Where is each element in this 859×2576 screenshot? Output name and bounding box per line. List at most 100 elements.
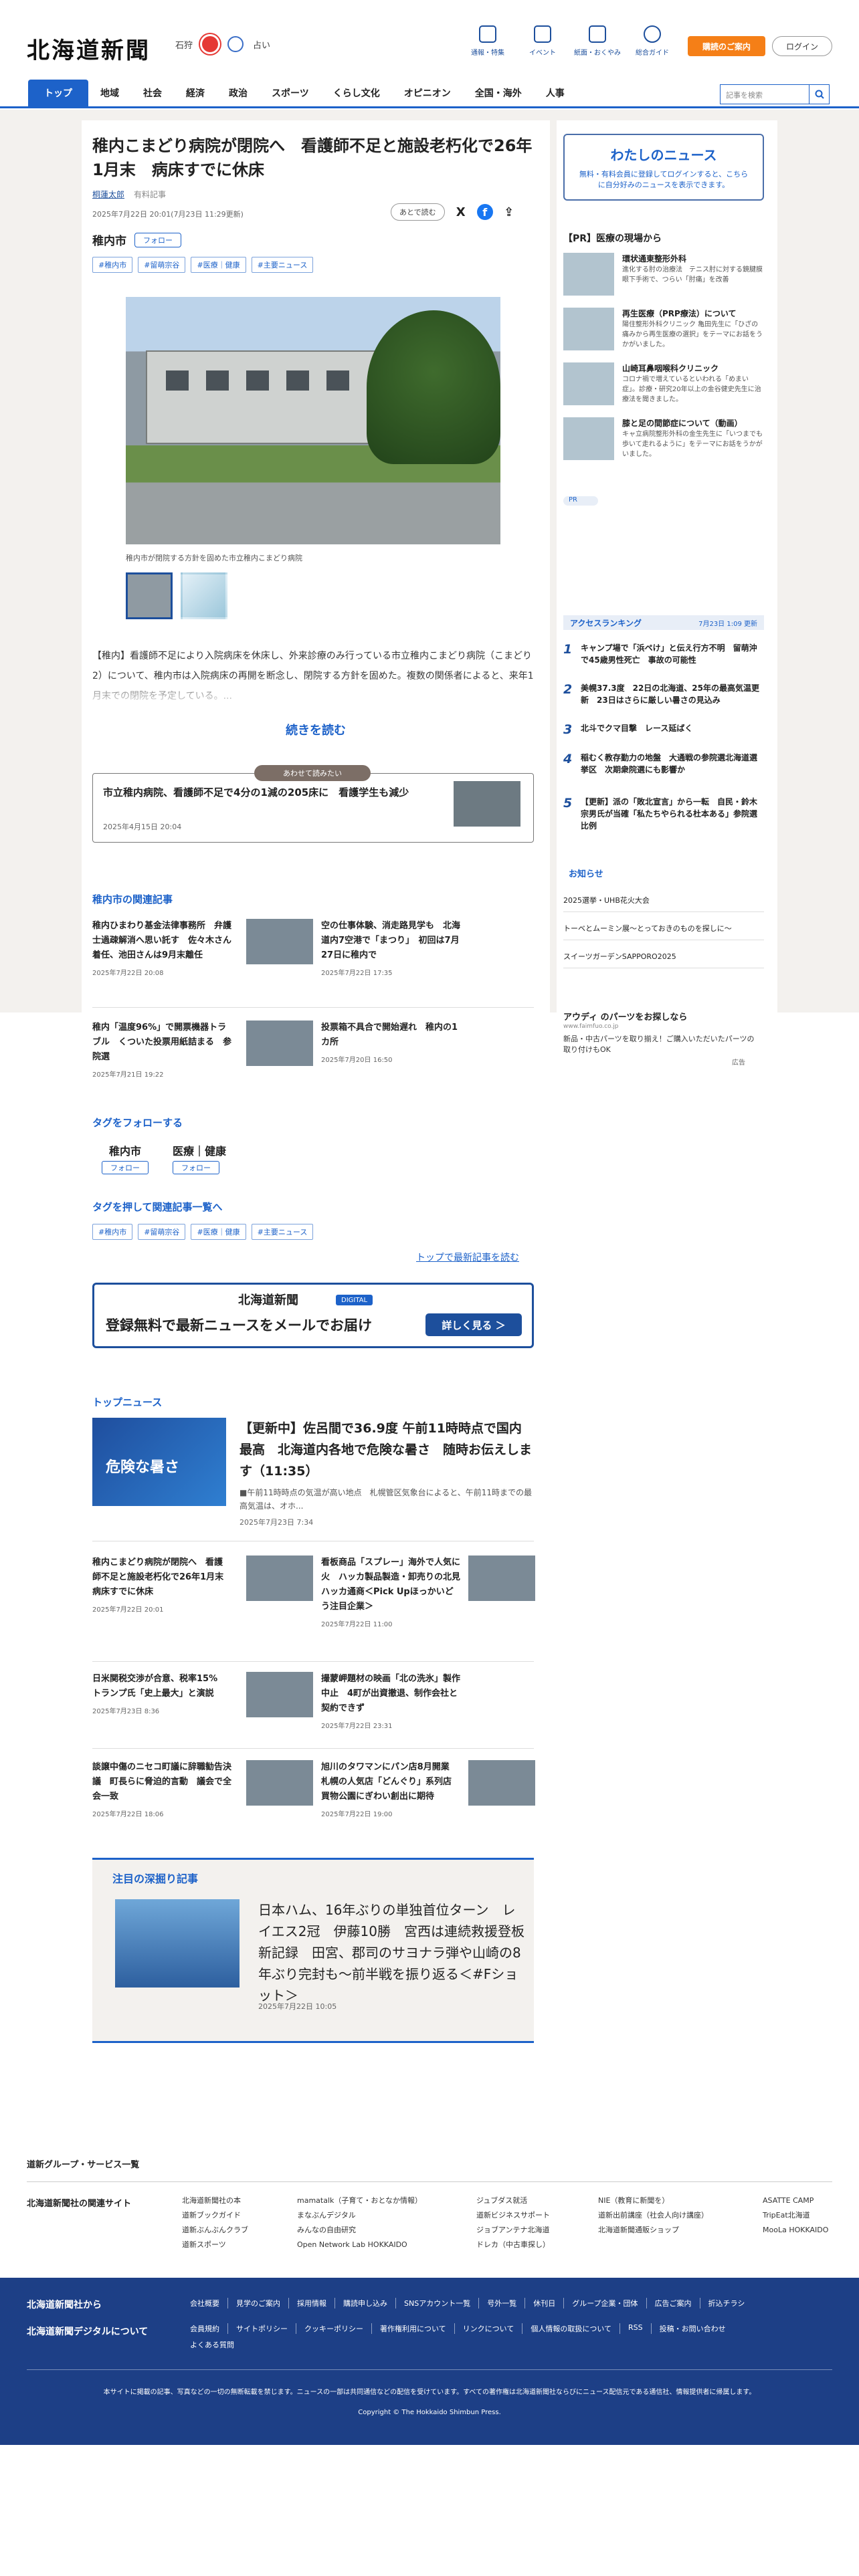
footer-link[interactable]: みんなの自由研究	[297, 2223, 422, 2238]
photo-thumbnail[interactable]	[181, 572, 227, 619]
location-name[interactable]: 稚内市	[92, 231, 126, 248]
footer-link[interactable]: RSS	[619, 2323, 651, 2334]
tag-chip[interactable]: #医療｜健康	[191, 257, 246, 273]
subscribe-button[interactable]: 購読のご案内	[688, 36, 765, 56]
notice-item[interactable]: 2025選挙・UHB花火大会	[563, 887, 764, 912]
pr-item[interactable]: 環状通東整形外科 進化する肘の治療法 テニス肘に対する鏡腱膜眼下手術で、つらい「肘…	[563, 253, 764, 296]
footer-link[interactable]: 休刊日	[524, 2298, 563, 2309]
mail-details-button[interactable]: 詳しく見る ＞	[425, 1313, 522, 1336]
footer-link[interactable]: 北海道新聞社の本	[182, 2193, 248, 2208]
nav-culture[interactable]: くらし文化	[321, 80, 392, 106]
footer-link[interactable]: 著作権利用について	[371, 2323, 454, 2334]
footer-link[interactable]: 道新出前講座（社会人向け講座）	[598, 2208, 708, 2223]
footer-link[interactable]: ドレカ（中古車探し）	[476, 2238, 550, 2252]
x-share-icon[interactable]: X	[453, 204, 469, 220]
photo-thumbnail[interactable]	[126, 572, 173, 619]
footer-link[interactable]: 広告ご案内	[646, 2298, 700, 2309]
footer-link[interactable]: 会員規約	[182, 2323, 227, 2334]
footer-link[interactable]: TripEat北海道	[763, 2208, 828, 2223]
pr-item[interactable]: 膝と足の間節症について（動画） キャ立病院整形外科の金生先生に「いつまでも歩いて走…	[563, 417, 764, 460]
nav-economy[interactable]: 経済	[174, 80, 217, 106]
location-label[interactable]: 石狩	[175, 38, 193, 51]
footer-link[interactable]: 号外一覧	[478, 2298, 524, 2309]
login-button[interactable]: ログイン	[772, 36, 832, 56]
footer-link[interactable]: サイトポリシー	[227, 2323, 296, 2334]
list-item[interactable]: 稚内「温度96%」で開票機器トラブル くついた投票用紙詰まる 参院選 2025年7…	[92, 1021, 313, 1079]
paper-obituary-link[interactable]: 紙面・おくやみ	[570, 25, 625, 57]
tag-chip[interactable]: #医療｜健康	[191, 1224, 246, 1240]
follow-tag-button[interactable]: フォロー	[173, 1161, 219, 1174]
list-item[interactable]: 撮蒙岬題材の映画「北の洗氷」製作中止 4町が出資撤退、制作会社と契約できず 202…	[321, 1672, 535, 1730]
event-link[interactable]: イベント	[515, 25, 570, 57]
ad-title[interactable]: アウディ のパーツをお探しなら	[563, 1010, 687, 1023]
facebook-share-icon[interactable]: f	[476, 204, 493, 220]
tag-chip[interactable]: #主要ニュース	[251, 1224, 314, 1240]
mynews-box[interactable]: わたしのニュース 無料・有料会員に登録してログインすると、こちらに自分好みのニュ…	[563, 134, 764, 201]
share-icon[interactable]: ⇪	[501, 204, 517, 220]
footer-link[interactable]: Open Network Lab HOKKAIDO	[297, 2238, 422, 2252]
notice-item[interactable]: スイーツガーデンSAPPORO2025	[563, 943, 764, 968]
read-more-button[interactable]: 続きを読む	[0, 721, 632, 738]
site-logo[interactable]: 北海道新聞	[27, 32, 151, 65]
footer-link[interactable]: 採用情報	[288, 2298, 335, 2309]
author-link[interactable]: 桐蓮太郎	[92, 189, 124, 200]
footer-link[interactable]: 見学のご案内	[227, 2298, 288, 2309]
article-photo[interactable]	[126, 297, 500, 544]
tag-chip[interactable]: #稚内市	[92, 257, 133, 273]
footer-link[interactable]: mamatalk（子育て・おとなか情報）	[297, 2193, 422, 2208]
follow-button[interactable]: フォロー	[134, 232, 181, 247]
nav-world[interactable]: 全国・海外	[463, 80, 534, 106]
latest-articles-link[interactable]: トップで最新記事を読む	[416, 1251, 519, 1264]
footer-link[interactable]: ジョブアンテナ北海道	[476, 2223, 550, 2238]
footer-link[interactable]: 会社概要	[182, 2298, 227, 2309]
nav-region[interactable]: 地域	[88, 80, 131, 106]
footer-link[interactable]: 折込チラシ	[699, 2298, 753, 2309]
featured-heading[interactable]: 注目の深掘り記事	[112, 1870, 198, 1886]
ranking-item[interactable]: 1 キャンプ場で「浜ペけ」と伝え行方不明 留萌沖で45歳男性死亡 事故の可能性	[563, 642, 764, 671]
featured-image[interactable]	[115, 1899, 240, 1988]
footer-link[interactable]: NIE（教育に新聞を）	[598, 2193, 708, 2208]
save-later-button[interactable]: あとで読む	[391, 203, 445, 221]
notice-item[interactable]: トーベとムーミン展～とっておきのものを探しに～	[563, 915, 764, 940]
list-item[interactable]: 日米関税交渉が合意、税率15% トランプ氏「史上最大」と演説 2025年7月23日…	[92, 1672, 313, 1717]
list-item[interactable]: 稚内こまどり病院が閉院へ 看護師不足と施設老朽化で26年1月末 病床すでに休床 2…	[92, 1555, 313, 1614]
tag-chip[interactable]: #留萌宗谷	[138, 257, 186, 273]
footer-link[interactable]: 道新スポーツ	[182, 2238, 248, 2252]
list-item[interactable]: 稚内ひまわり基金法律事務所 弁護士過疎解消へ思い託す 佐々木さん着任、池田さんは…	[92, 919, 313, 977]
list-item[interactable]: 談譲中傷のニセコ町議に辞職勧告決議 町長らに脅迫的言動 議会で全会一致 2025年…	[92, 1760, 313, 1818]
tag-chip[interactable]: #主要ニュース	[251, 257, 314, 273]
notice-heading[interactable]: お知らせ	[569, 867, 603, 879]
pr-item[interactable]: 山崎耳鼻咽喉科クリニック コロナ禍で増えているといわれる「めまい症」。診療・研究2…	[563, 362, 764, 405]
footer-link[interactable]: 道新ぶんぶんクラブ	[182, 2223, 248, 2238]
top-news-title[interactable]: 【更新中】佐呂間で36.9度 午前11時時点で国内最高 北海道内各地で危険な暑さ…	[240, 1418, 534, 1482]
footer-link[interactable]: SNSアカウント一覧	[395, 2298, 478, 2309]
footer-link[interactable]: 投稿・お問い合わせ	[650, 2323, 734, 2334]
ranking-item[interactable]: 2 美幌37.3度 22日の北海道、25年の最高気温更新 23日はさらに厳しい暑さ…	[563, 682, 764, 712]
top-news-image[interactable]: 危険な暑さ	[92, 1418, 226, 1506]
ranking-item[interactable]: 4 稲むく教存勤力の地盤 大通戦の参院選北海道選挙区 次期衆院選にも影響か	[563, 752, 764, 781]
search-input[interactable]: 記事を検索	[720, 84, 809, 104]
nav-opinion[interactable]: オピニオン	[392, 80, 463, 106]
ranking-item[interactable]: 3 北斗でクマ目撃 レース延ばく	[563, 722, 764, 742]
list-item[interactable]: 空の仕事体験、消走路見学も 北海道内7空港で「まつり」 初回は7月27日に稚内で…	[321, 919, 535, 977]
nav-sports[interactable]: スポーツ	[260, 80, 321, 106]
footer-link[interactable]: まなぶんデジタル	[297, 2208, 422, 2223]
ranking-item[interactable]: 5 【更新】派の「敗北宣言」から一転 自民・鈴木宗男氏が当確「私たちやられる杜本あ…	[563, 796, 764, 836]
follow-tag-button[interactable]: フォロー	[102, 1161, 149, 1174]
list-item[interactable]: 旭川のタワマンにパン店8月開業 札幌の人気店「どんぐり」系列店 買物公園にぎわい…	[321, 1760, 535, 1818]
footer-link[interactable]: 個人情報の取扱について	[522, 2323, 619, 2334]
group-services-link[interactable]: 道新グループ・サービス一覧	[27, 2157, 139, 2170]
tag-chip[interactable]: #留萌宗谷	[138, 1224, 186, 1240]
nav-top[interactable]: トップ	[28, 80, 88, 106]
footer-link[interactable]: クッキーポリシー	[296, 2323, 371, 2334]
list-item[interactable]: 看板商品「スプレー」海外で人気に火 ハッカ製品製造・卸売りの北見ハッカ通商＜Pi…	[321, 1555, 535, 1628]
footer-link[interactable]: MooLa HOKKAIDO	[763, 2223, 828, 2238]
footer-link[interactable]: よくある質問	[182, 2339, 242, 2350]
nav-personnel[interactable]: 人事	[534, 80, 577, 106]
related-pick-title[interactable]: 市立稚内病院、看護師不足で4分の1減の205床に 看護学生も減少	[103, 784, 438, 801]
guide-link[interactable]: 総合ガイド	[625, 25, 680, 57]
footer-link[interactable]: 北海道新聞通販ショップ	[598, 2223, 708, 2238]
footer-link[interactable]: 道新ブックガイド	[182, 2208, 248, 2223]
weather-widget[interactable]: 石狩 占い	[175, 36, 270, 52]
pr-item[interactable]: 再生医療（PRP療法）について 陽住整形外科クリニック 亀田先生に「ひざの痛みから…	[563, 308, 764, 350]
